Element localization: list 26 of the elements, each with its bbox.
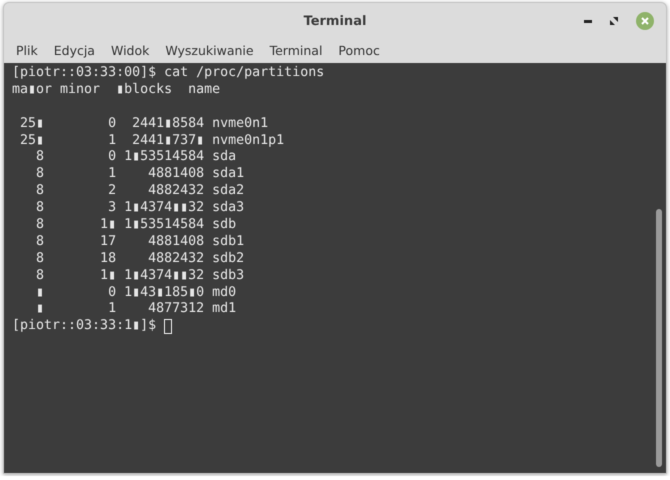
terminal-line: ▮ 1 4877312 md1 — [35, 301, 236, 318]
terminal-line: 8 3 1▮4374▮▮32 sda3 — [35, 200, 244, 218]
terminal-line: 8 1 4881408 sda1 — [35, 166, 244, 184]
menu-item[interactable]: Pomoc — [330, 42, 388, 58]
terminal-line: [piotr::03:33:00]$ cat /proc/partitions — [12, 65, 324, 82]
terminal-line: 8 1▮ 1▮4374▮▮32 sdb3 — [35, 268, 244, 285]
terminal-line: 8 17 4881408 sdb1 — [35, 234, 244, 251]
terminal-line: 25▮ 1 2441▮737▮ nvme0n1p1 — [19, 132, 284, 150]
scrollbar-thumb[interactable] — [656, 209, 662, 467]
menu-item[interactable]: Wyszukiwanie — [157, 42, 262, 58]
terminal-line: ma▮or minor ▮blocks name — [12, 82, 220, 99]
terminal-prompt: [piotr::03:33:1▮]$ — [12, 318, 156, 336]
terminal-line: 8 0 1▮53514584 sda — [35, 149, 236, 166]
window-title: Terminal — [304, 14, 366, 28]
terminal-line: 8 18 4882432 sdb2 — [35, 250, 244, 268]
menu-item[interactable]: Terminal — [262, 42, 330, 58]
terminal-line: 25▮ 0 2441▮8584 nvme0n1 — [19, 116, 268, 133]
maximize-icon[interactable] — [610, 17, 618, 25]
terminal-line: 8 2 4882432 sda2 — [35, 183, 244, 200]
menu-item[interactable]: Plik — [8, 42, 46, 58]
text-cursor — [164, 319, 172, 334]
minimize-icon[interactable] — [584, 20, 592, 22]
menu-item[interactable]: Widok — [102, 42, 158, 58]
terminal-line: 8 1▮ 1▮53514584 sdb — [35, 217, 236, 234]
terminal-line: ▮ 0 1▮43▮185▮0 md0 — [35, 284, 236, 302]
menu-item[interactable]: Edycja — [46, 42, 103, 58]
